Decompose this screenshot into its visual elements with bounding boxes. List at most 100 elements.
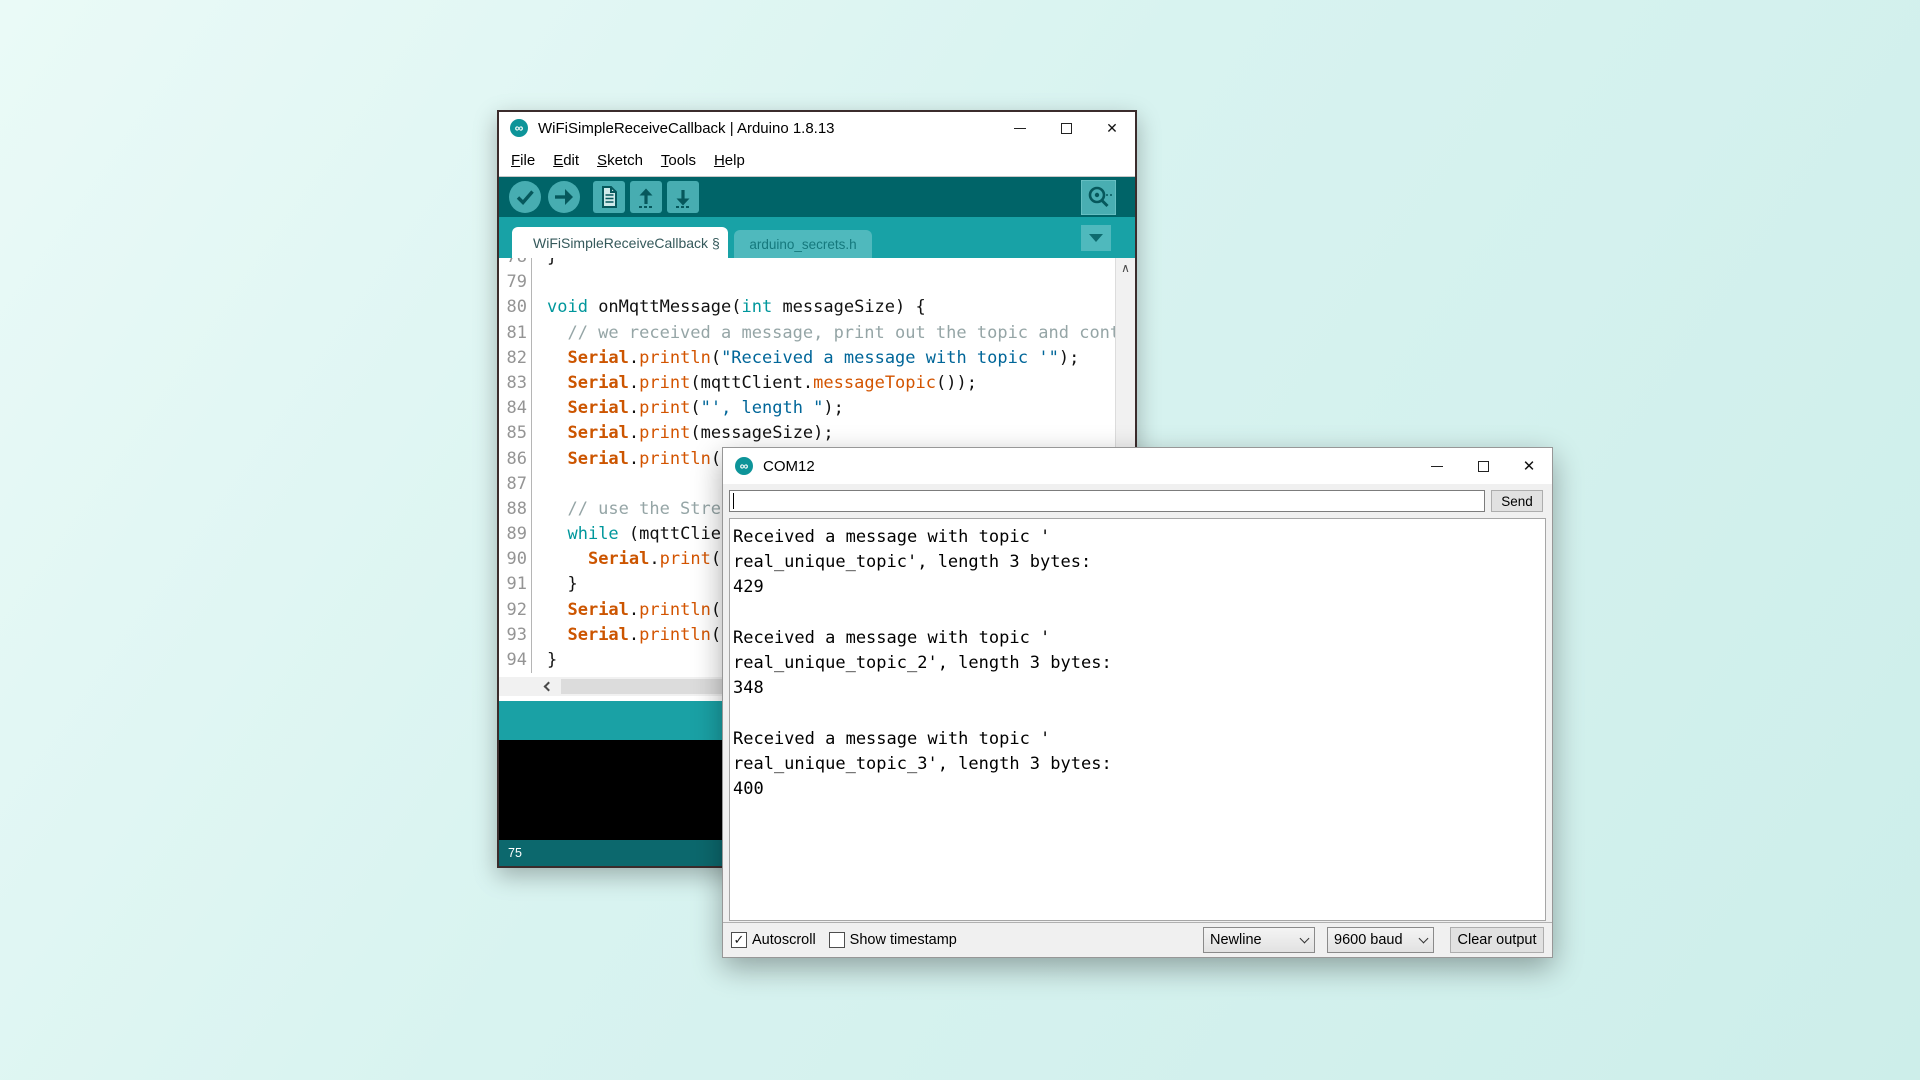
scroll-left-button[interactable]: [537, 679, 557, 694]
minimize-button[interactable]: [997, 112, 1043, 144]
serial-titlebar[interactable]: ∞ COM12 ✕: [723, 448, 1552, 484]
line-number: 91: [499, 572, 527, 597]
code-line: Serial.println("Received a message with …: [547, 346, 1115, 371]
line-number: 81: [499, 321, 527, 346]
code-line: void onMqttMessage(int messageSize) {: [547, 295, 1115, 320]
upload-icon: [547, 180, 581, 214]
line-number: 78: [499, 258, 527, 270]
arduino-logo-icon: ∞: [510, 119, 528, 137]
serial-output-line: real_unique_topic_2', length 3 bytes:: [733, 651, 1542, 676]
tab-arduino-secrets[interactable]: arduino_secrets.h: [734, 230, 872, 258]
line-number: 83: [499, 371, 527, 396]
arduino-logo-icon: ∞: [735, 457, 753, 475]
maximize-button[interactable]: [1460, 448, 1506, 484]
menu-tools[interactable]: Tools: [652, 152, 705, 169]
text-caret: [733, 493, 734, 509]
new-sketch-icon: [593, 181, 625, 213]
line-number: 89: [499, 522, 527, 547]
close-button[interactable]: ✕: [1506, 448, 1552, 484]
serial-output-line: [733, 701, 1542, 726]
minimize-button[interactable]: [1414, 448, 1460, 484]
chevron-down-icon: [1419, 933, 1429, 943]
save-button[interactable]: [667, 181, 699, 213]
line-number: 87: [499, 472, 527, 497]
menu-sketch[interactable]: Sketch: [588, 152, 652, 169]
serial-send-input[interactable]: [729, 490, 1485, 512]
line-number: 85: [499, 421, 527, 446]
minimize-icon: [1014, 128, 1026, 129]
show-timestamp-label: Show timestamp: [850, 932, 957, 948]
code-line: // we received a message, print out the …: [547, 321, 1115, 346]
serial-bottom-bar: ✓ Autoscroll Show timestamp Newline 9600…: [723, 922, 1552, 957]
tab-bar: WiFiSimpleReceiveCallback § arduino_secr…: [499, 217, 1135, 258]
close-button[interactable]: ✕: [1089, 112, 1135, 144]
line-number: 80: [499, 295, 527, 320]
close-icon: ✕: [1523, 459, 1536, 474]
code-line: [547, 270, 1115, 295]
serial-monitor-icon: [1081, 180, 1116, 215]
line-number: 90: [499, 547, 527, 572]
serial-window-title: COM12: [763, 458, 1414, 475]
upload-button[interactable]: [547, 180, 581, 214]
serial-output-area[interactable]: Received a message with topic 'real_uniq…: [729, 518, 1546, 921]
minimize-icon: [1431, 466, 1443, 467]
line-number: 92: [499, 598, 527, 623]
send-button[interactable]: Send: [1491, 490, 1543, 512]
ide-titlebar[interactable]: ∞ WiFiSimpleReceiveCallback | Arduino 1.…: [499, 112, 1135, 144]
line-number: 86: [499, 447, 527, 472]
save-icon: [667, 181, 699, 213]
clear-output-label: Clear output: [1458, 932, 1537, 948]
maximize-icon: [1478, 461, 1489, 472]
line-number: 88: [499, 497, 527, 522]
tab-wifisimplereceivecallback[interactable]: WiFiSimpleReceiveCallback §: [512, 227, 728, 258]
code-line: }: [547, 258, 1115, 270]
code-line: Serial.print(messageSize);: [547, 421, 1115, 446]
chevron-down-icon: [1300, 933, 1310, 943]
current-line-indicator: 75: [508, 846, 522, 860]
serial-output-line: 400: [733, 777, 1542, 802]
tab-list-button[interactable]: [1081, 225, 1111, 251]
clear-output-button[interactable]: Clear output: [1450, 927, 1544, 953]
baud-rate-dropdown[interactable]: 9600 baud: [1327, 927, 1434, 953]
line-number: 93: [499, 623, 527, 648]
line-number: 79: [499, 270, 527, 295]
line-number: 84: [499, 396, 527, 421]
show-timestamp-checkbox[interactable]: [829, 932, 845, 948]
chevron-down-icon: [1089, 234, 1103, 242]
line-ending-value: Newline: [1210, 932, 1301, 948]
open-button[interactable]: [630, 181, 662, 213]
close-icon: ✕: [1106, 121, 1118, 135]
code-line: Serial.print("', length ");: [547, 396, 1115, 421]
verify-icon: [508, 180, 542, 214]
autoscroll-checkbox[interactable]: ✓: [731, 932, 747, 948]
line-number: 94: [499, 648, 527, 673]
open-icon: [630, 181, 662, 213]
menu-file[interactable]: File: [502, 152, 544, 169]
autoscroll-label: Autoscroll: [752, 932, 816, 948]
tab-label: arduino_secrets.h: [749, 237, 856, 252]
line-ending-dropdown[interactable]: Newline: [1203, 927, 1315, 953]
serial-output-line: Received a message with topic ': [733, 727, 1542, 752]
serial-monitor-window: ∞ COM12 ✕ Send Received a message with t…: [722, 447, 1553, 958]
tab-label: WiFiSimpleReceiveCallback §: [533, 235, 720, 251]
baud-rate-value: 9600 baud: [1334, 932, 1420, 948]
line-number: 82: [499, 346, 527, 371]
scroll-left-icon: [544, 682, 554, 692]
serial-output-line: 348: [733, 676, 1542, 701]
ide-window-title: WiFiSimpleReceiveCallback | Arduino 1.8.…: [538, 120, 997, 137]
maximize-button[interactable]: [1043, 112, 1089, 144]
menu-help[interactable]: Help: [705, 152, 754, 169]
ide-toolbar: [499, 177, 1135, 217]
serial-output-line: Received a message with topic ': [733, 626, 1542, 651]
serial-output-line: 429: [733, 575, 1542, 600]
serial-output-line: Received a message with topic ': [733, 525, 1542, 550]
menu-bar: FileEditSketchToolsHelp: [499, 144, 1135, 177]
serial-output-line: [733, 601, 1542, 626]
new-sketch-button[interactable]: [593, 181, 625, 213]
verify-button[interactable]: [508, 180, 542, 214]
send-button-label: Send: [1501, 494, 1533, 509]
line-number-gutter: 7879808182838485868788899091929394: [499, 258, 532, 673]
serial-output-line: real_unique_topic_3', length 3 bytes:: [733, 752, 1542, 777]
serial-monitor-button[interactable]: [1081, 180, 1116, 215]
menu-edit[interactable]: Edit: [544, 152, 588, 169]
